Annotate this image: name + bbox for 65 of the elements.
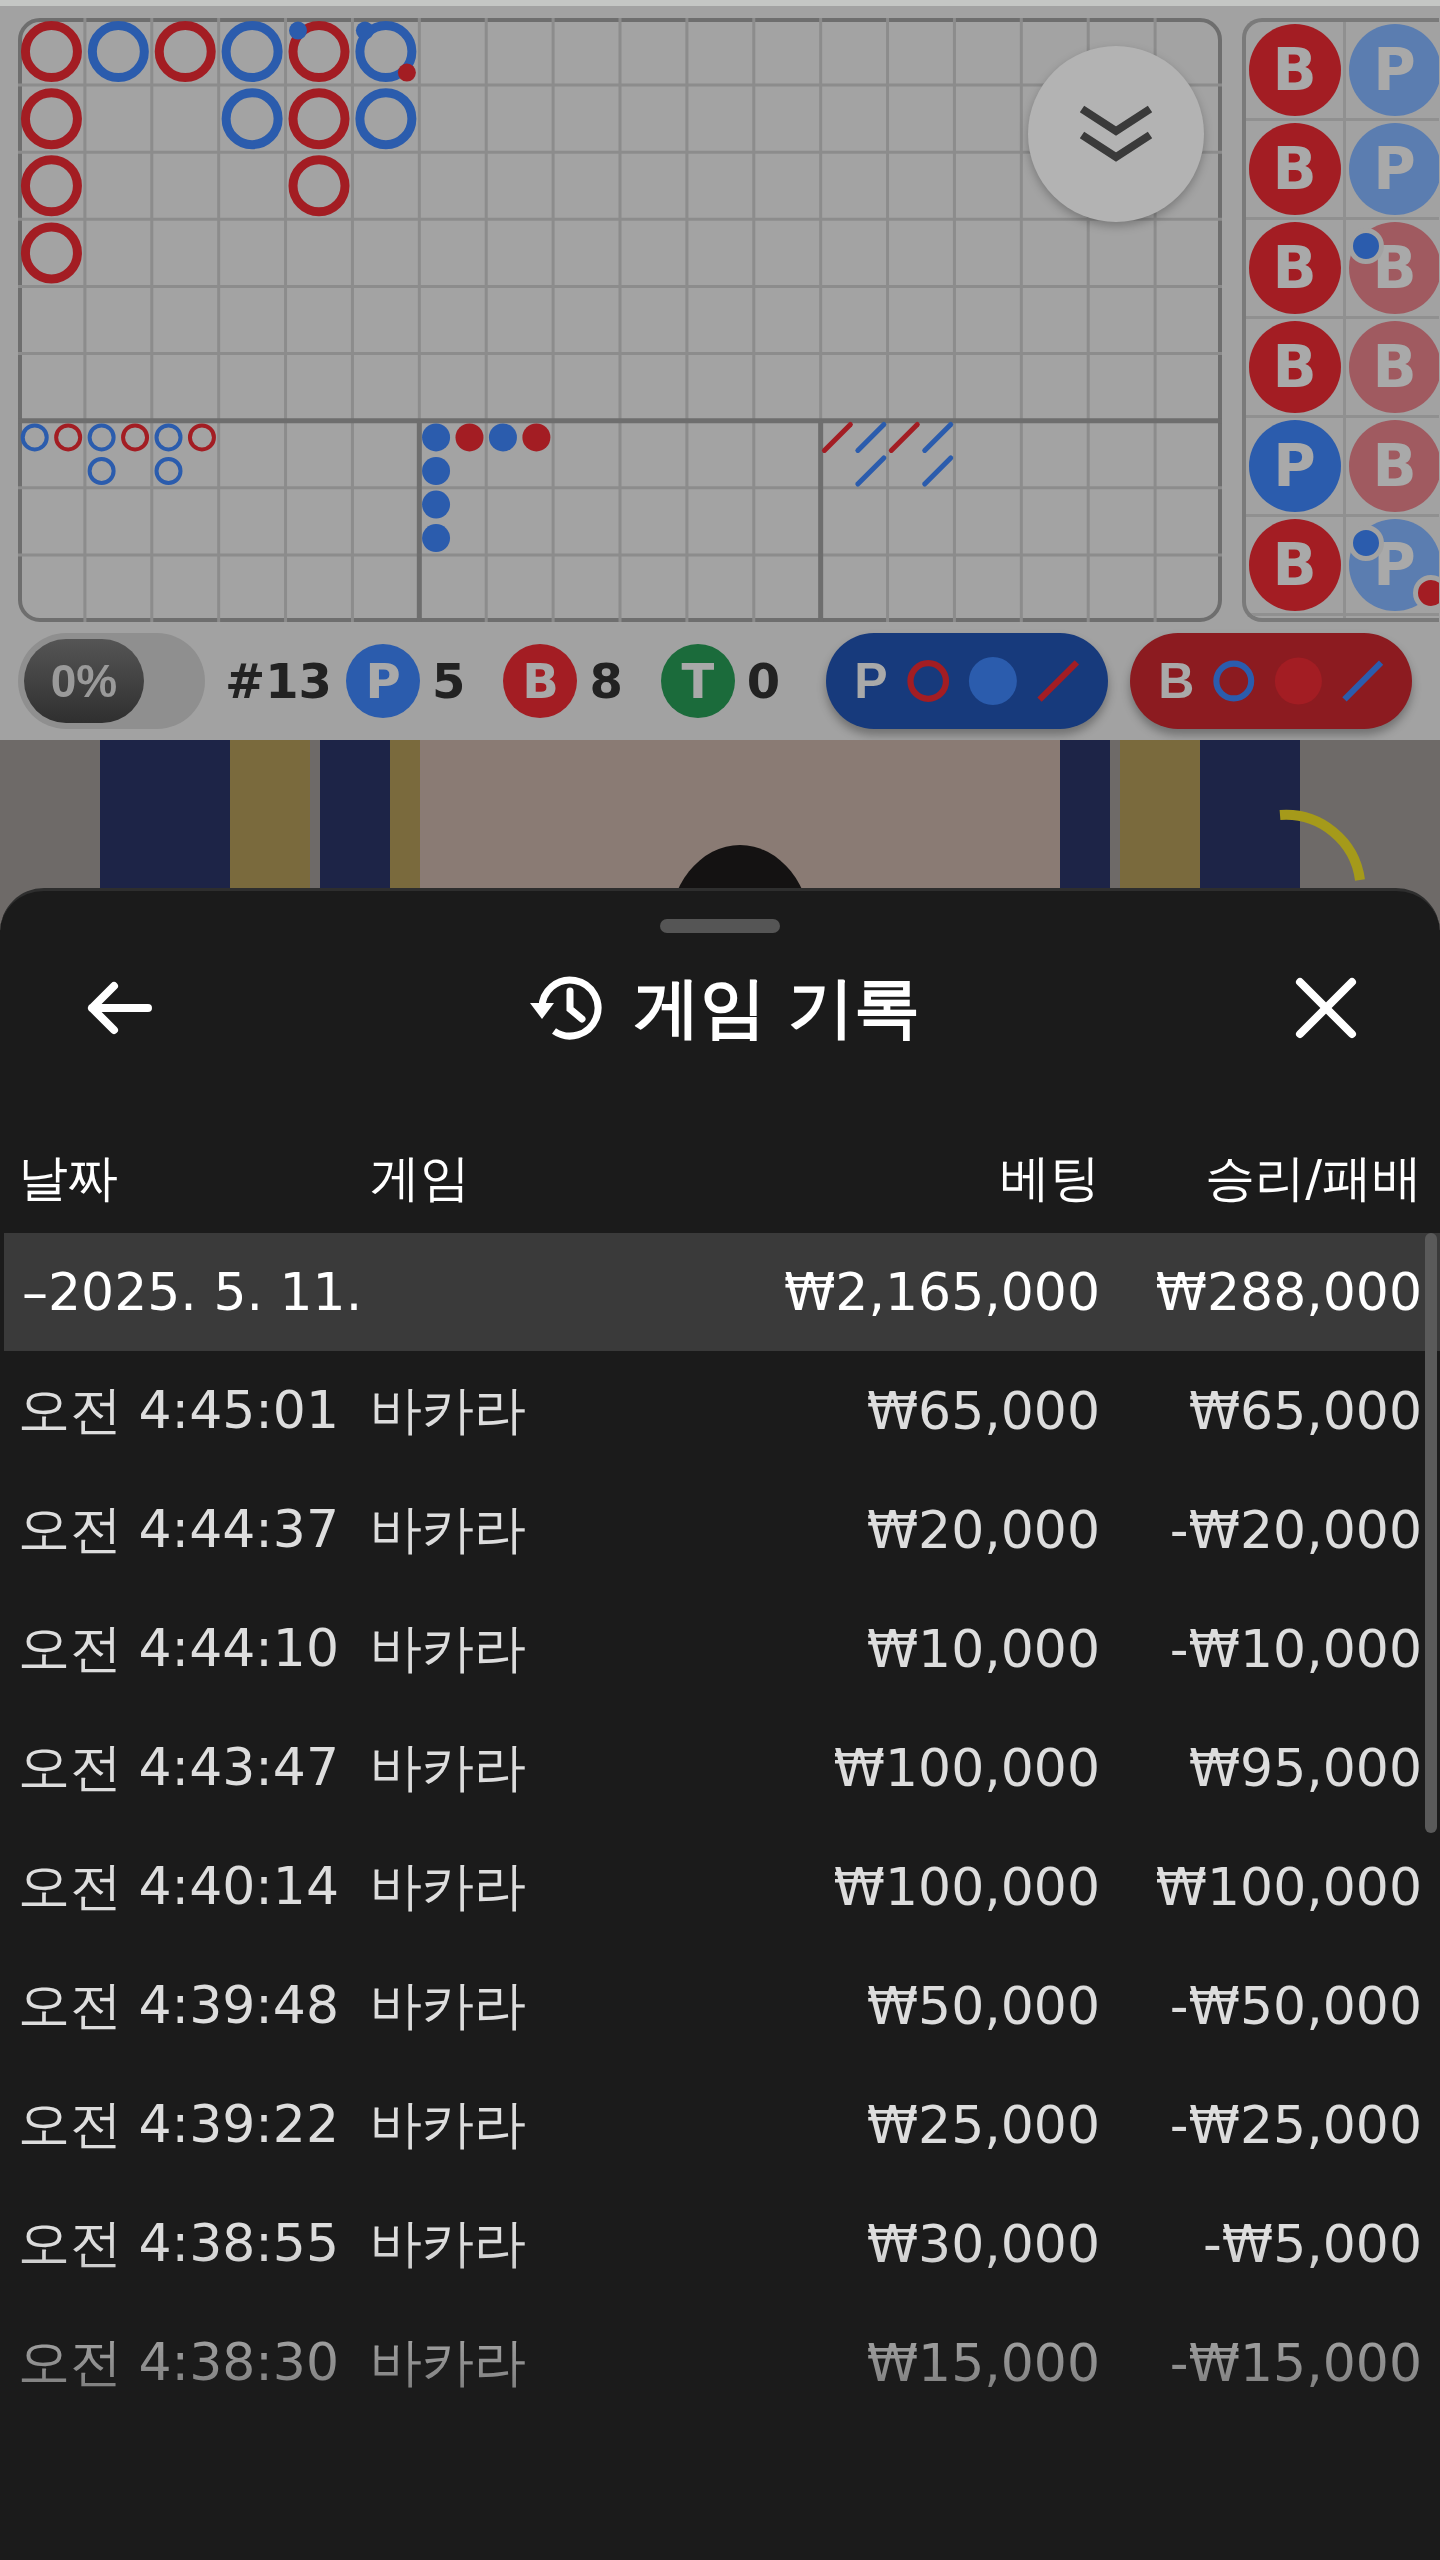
- result-bead: P: [1348, 24, 1439, 116]
- history-icon: [527, 973, 604, 1043]
- table-cell-text: ₩65,000: [865, 1379, 1100, 1443]
- column-header[interactable]: 게임: [370, 1083, 740, 1233]
- table-cell-text: 오전 4:45:01: [18, 1378, 340, 1442]
- table-cell-text: 오전 4:40:14: [18, 1854, 340, 1918]
- table-cell-text: 오전 4:39:48: [18, 1973, 340, 2037]
- result-count: 8: [589, 653, 623, 709]
- sheet-title: 게임 기록: [633, 968, 921, 1048]
- table-cell-text: ₩50,000: [865, 1974, 1100, 2038]
- table-cell-text: 오전 4:44:37: [18, 1497, 340, 1561]
- table-cell-text: 바카라: [370, 2330, 527, 2394]
- table-cell-text: ₩100,000: [832, 1736, 1100, 1800]
- result-badge: P: [346, 644, 420, 718]
- result-bead: B: [1248, 321, 1341, 413]
- table-cell-text: 바카라: [370, 1973, 527, 2037]
- table-cell-text: 오전 4:38:30: [18, 2330, 340, 2394]
- drag-handle[interactable]: [660, 919, 780, 933]
- result-bead: B: [1248, 24, 1341, 116]
- result-bead: B: [1348, 321, 1439, 413]
- table-cell-text: -₩20,000: [1168, 1498, 1422, 1562]
- table-cell-text: 바카라: [370, 1854, 527, 1918]
- column-header[interactable]: 날짜: [18, 1083, 370, 1233]
- table-cell-text: 바카라: [370, 2211, 527, 2275]
- result-badge: B: [503, 644, 578, 718]
- prediction-button[interactable]: B: [1130, 633, 1413, 729]
- table-cell-text: 바카라: [370, 1735, 527, 1799]
- table-cell-text: ₩25,000: [865, 2093, 1100, 2157]
- scrollbar[interactable]: [1425, 1233, 1437, 1833]
- round-number: #13: [225, 653, 332, 709]
- table-cell-text: 바카라: [370, 2092, 527, 2156]
- table-cell-text: 바카라: [370, 1616, 527, 1680]
- table-cell-text: ₩65,000: [1187, 1379, 1422, 1443]
- table-cell-text: 오전 4:39:22: [18, 2092, 340, 2156]
- table-cell-text: -₩50,000: [1168, 1974, 1422, 2038]
- result-bead: B: [1248, 519, 1341, 611]
- table-cell-text: ₩20,000: [865, 1498, 1100, 1562]
- table-cell-text: ₩15,000: [865, 2331, 1100, 2395]
- result-bead: B: [1248, 222, 1341, 314]
- table-cell-text: 바카라: [370, 1497, 527, 1561]
- table-cell-text: -₩15,000: [1168, 2331, 1422, 2395]
- percent-toggle[interactable]: 0%: [18, 633, 205, 729]
- result-count: 0: [746, 653, 781, 709]
- result-bead: P: [1348, 123, 1439, 215]
- table-cell-text: -₩5,000: [1201, 2212, 1422, 2276]
- result-bead: B: [1248, 123, 1341, 215]
- table-cell-text: ₩95,000: [1187, 1736, 1422, 1800]
- result-bead: P: [1248, 420, 1341, 512]
- result-bead: B: [1348, 420, 1439, 512]
- table-cell-text: -₩25,000: [1168, 2093, 1422, 2157]
- table-cell-text: 오전 4:38:55: [18, 2211, 340, 2275]
- result-count: 5: [432, 653, 466, 709]
- table-cell-text: 오전 4:43:47: [18, 1735, 340, 1799]
- prediction-button[interactable]: P: [826, 633, 1109, 729]
- table-cell-text: -₩10,000: [1168, 1617, 1422, 1681]
- table-cell-text: 오전 4:44:10: [18, 1616, 340, 1680]
- table-cell-text: ₩100,000: [1154, 1855, 1422, 1919]
- table-cell-text: ₩10,000: [865, 1617, 1100, 1681]
- column-header[interactable]: 베팅: [740, 1083, 1100, 1233]
- table-cell-text: ₩30,000: [865, 2212, 1100, 2276]
- table-cell-text: ₩100,000: [832, 1855, 1100, 1919]
- date-group-row[interactable]: –2025. 5. 11. ₩2,165,000 ₩288,000: [4, 1233, 1440, 1351]
- column-header[interactable]: 승리/패배: [1100, 1083, 1422, 1233]
- table-cell-text: 바카라: [370, 1378, 527, 1442]
- result-badge: T: [660, 644, 735, 718]
